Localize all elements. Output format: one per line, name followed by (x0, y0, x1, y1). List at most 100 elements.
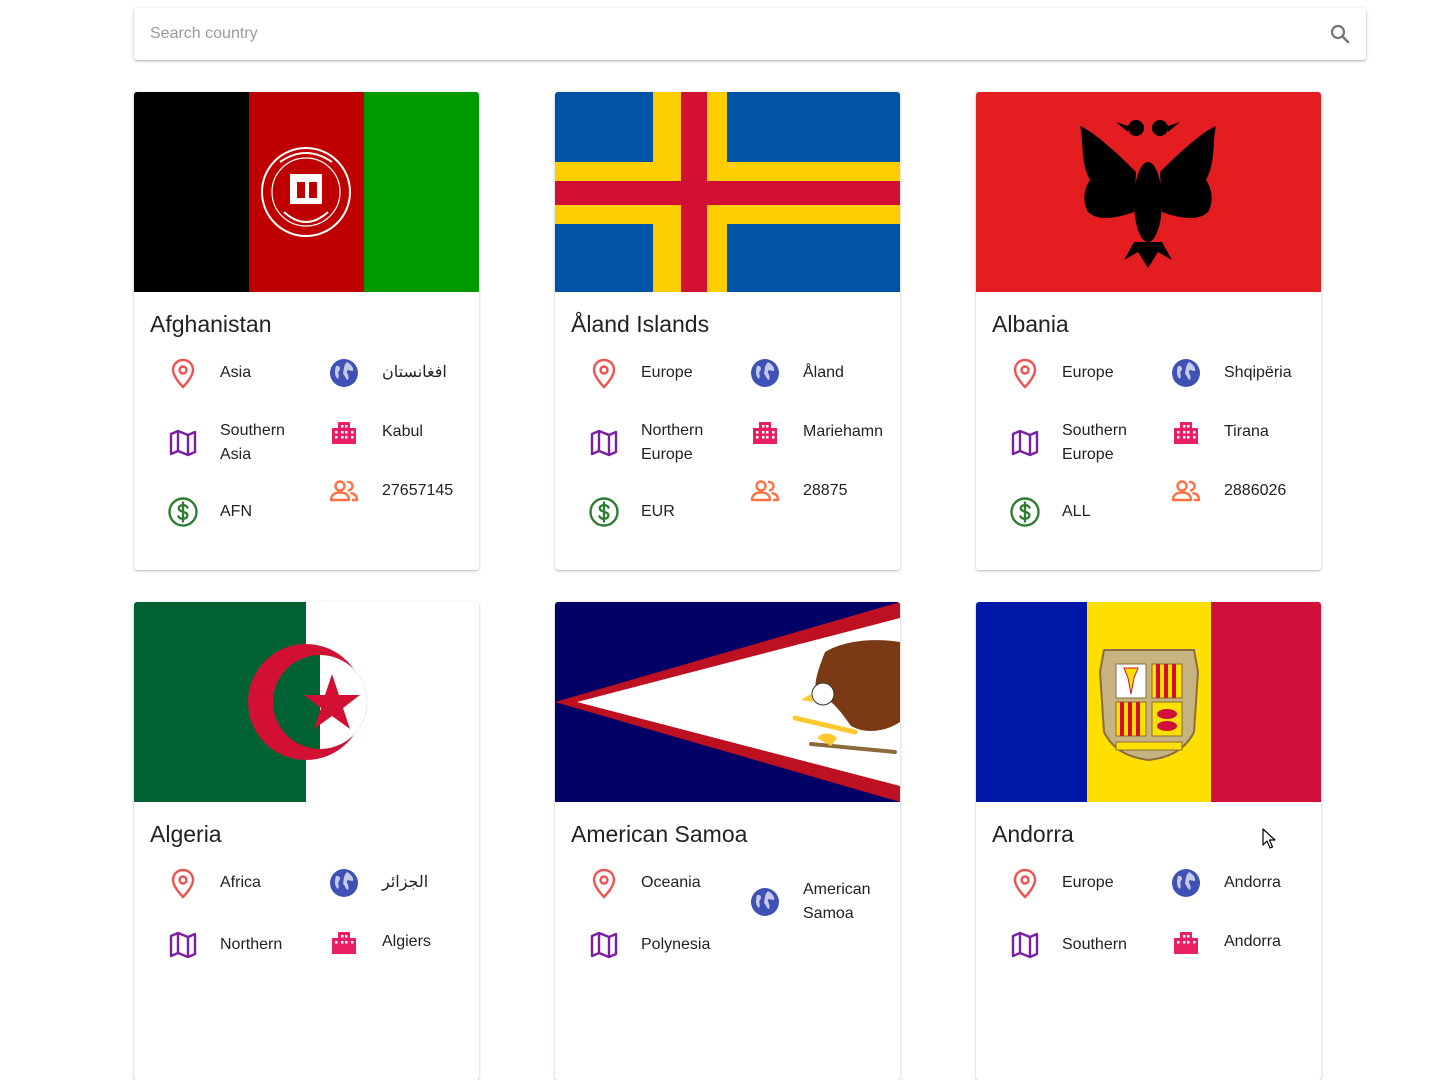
native-name-text: Andorra (1224, 874, 1281, 891)
search-icon[interactable] (1328, 22, 1352, 46)
map-icon (1011, 429, 1039, 457)
subregion-info: Southern Asia (167, 419, 300, 467)
currency-text: AFN (220, 503, 252, 520)
map-pin-icon (1013, 358, 1037, 389)
country-card[interactable]: American Samoa Oceania American Samoa Po… (555, 602, 900, 1080)
region-text: Africa (220, 874, 261, 891)
subregion-info: Northern (167, 929, 300, 961)
dollar-icon (168, 497, 198, 527)
country-name: Albania (992, 311, 1069, 337)
currency-text: EUR (641, 503, 675, 520)
country-card[interactable]: Afghanistan Asia افغانستان Southern Asia… (134, 92, 479, 570)
capital-text: Andorra (1224, 933, 1281, 950)
native-name-info: American Samoa (749, 878, 900, 926)
population-text: 2886026 (1224, 482, 1287, 499)
capital-text: Tirana (1224, 423, 1269, 440)
map-icon (1011, 931, 1039, 959)
search-bar (134, 8, 1366, 60)
country-name: American Samoa (571, 821, 748, 847)
population-text: 28875 (803, 482, 848, 499)
city-icon (332, 422, 356, 444)
country-flag (976, 92, 1321, 292)
city-icon (332, 932, 356, 954)
currency-info: AFN (167, 496, 300, 528)
people-icon (750, 480, 780, 502)
subregion-text: Southern Europe (1062, 422, 1127, 463)
region-text: Asia (220, 364, 252, 381)
native-name-info: Shqipëria (1170, 357, 1321, 389)
region-info: Europe (1009, 867, 1142, 899)
native-name-info: الجزائر (328, 867, 479, 899)
capital-info: Tirana (1170, 416, 1321, 448)
population-info: 2886026 (1170, 475, 1321, 507)
globe-icon (330, 359, 358, 387)
region-text: Oceania (641, 874, 701, 891)
country-card[interactable]: Albania Europe Shqipëria Southern Europe… (976, 92, 1321, 570)
subregion-info: Southern Europe (1009, 419, 1142, 467)
native-name-text: الجزائر (382, 874, 429, 891)
city-icon (1174, 422, 1198, 444)
map-pin-icon (171, 868, 195, 899)
country-name: Afghanistan (150, 311, 272, 337)
subregion-text: Southern (1062, 936, 1127, 953)
country-flag (555, 602, 900, 802)
map-icon (590, 429, 618, 457)
subregion-info: Northern Europe (588, 419, 721, 467)
currency-info: ALL (1009, 496, 1142, 528)
people-icon (329, 480, 359, 502)
map-icon (590, 931, 618, 959)
country-flag (134, 92, 479, 292)
region-info: Europe (588, 357, 721, 389)
capital-text: Mariehamn (803, 423, 884, 440)
subregion-text: Northern Europe (641, 422, 704, 463)
globe-icon (330, 869, 358, 897)
currency-text: ALL (1062, 503, 1091, 520)
native-name-text: Shqipëria (1224, 364, 1292, 381)
dollar-icon (1010, 497, 1040, 527)
mouse-cursor-icon (1262, 828, 1276, 849)
region-text: Europe (641, 364, 693, 381)
globe-icon (751, 888, 779, 916)
native-name-text: افغانستان (382, 364, 447, 381)
city-icon (1174, 932, 1198, 954)
population-info: 27657145 (328, 475, 479, 507)
people-icon (1171, 480, 1201, 502)
subregion-text: Polynesia (641, 936, 711, 953)
subregion-text: Northern (220, 936, 283, 953)
globe-icon (1172, 869, 1200, 897)
map-icon (169, 931, 197, 959)
region-info: Oceania (588, 867, 721, 899)
population-info: 28875 (749, 475, 900, 507)
coat-of-arms-icon (1098, 649, 1200, 762)
map-pin-icon (1013, 868, 1037, 899)
subregion-info: Polynesia (588, 929, 721, 961)
native-name-info: Åland (749, 357, 900, 389)
native-name-info: Andorra (1170, 867, 1321, 899)
native-name-text: American Samoa (803, 881, 871, 922)
map-pin-icon (592, 868, 616, 899)
country-card[interactable]: Algeria Africa الجزائر Northern Algiers (134, 602, 479, 1080)
currency-info: EUR (588, 496, 721, 528)
map-icon (169, 429, 197, 457)
globe-icon (751, 359, 779, 387)
search-input[interactable] (134, 8, 1314, 60)
country-flag (134, 602, 479, 802)
region-text: Europe (1062, 874, 1114, 891)
capital-text: Kabul (382, 423, 423, 440)
region-text: Europe (1062, 364, 1114, 381)
country-name: Åland Islands (571, 311, 710, 337)
country-flag (555, 92, 900, 292)
region-info: Europe (1009, 357, 1142, 389)
subregion-text: Southern Asia (220, 422, 285, 463)
native-name-info: افغانستان (328, 357, 479, 389)
country-name: Algeria (150, 821, 222, 847)
region-info: Asia (167, 357, 300, 389)
region-info: Africa (167, 867, 300, 899)
city-icon (753, 422, 777, 444)
country-flag (976, 602, 1321, 802)
country-name: Andorra (992, 821, 1074, 847)
country-card[interactable]: Åland Islands Europe Åland Northern Euro… (555, 92, 900, 570)
map-pin-icon (171, 358, 195, 389)
capital-info: Algiers (328, 926, 479, 958)
globe-icon (1172, 359, 1200, 387)
